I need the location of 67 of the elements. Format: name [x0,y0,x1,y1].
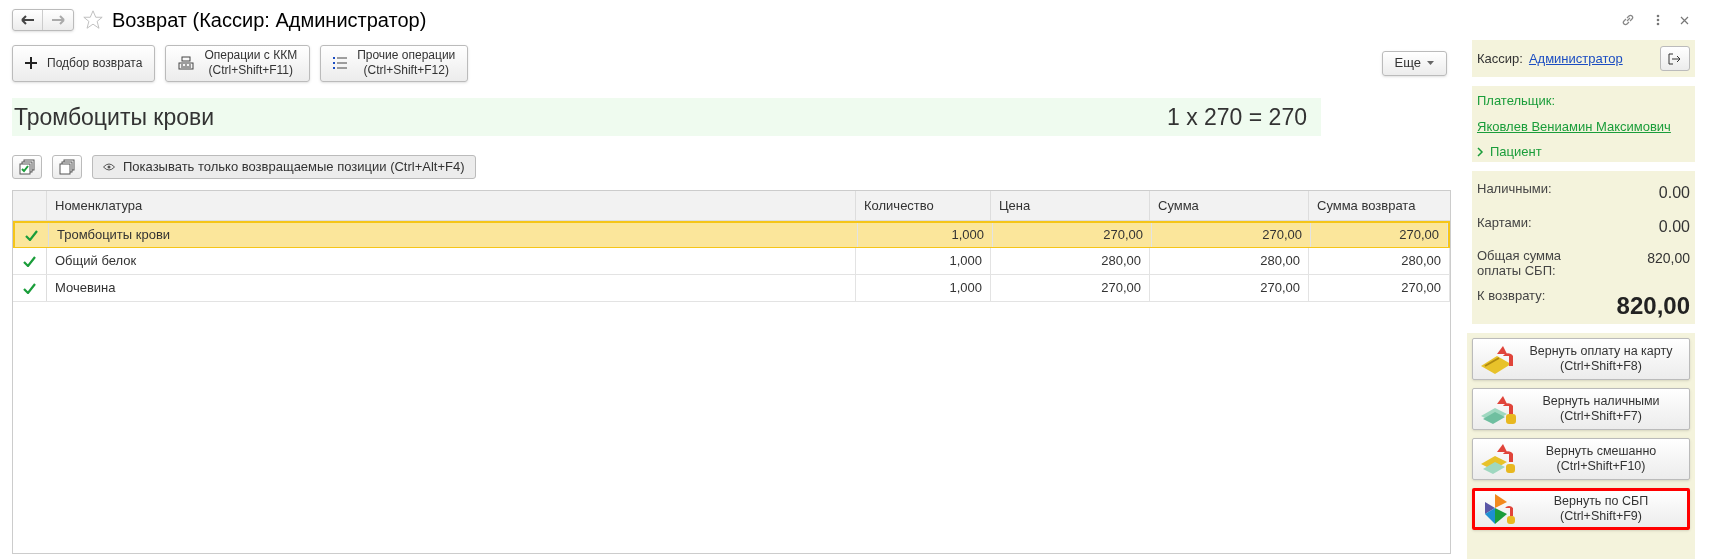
exit-icon [1668,52,1682,65]
favorite-star-icon[interactable] [82,9,104,31]
table-cell: 270,00 [1311,223,1448,247]
table-cell: 270,00 [993,223,1152,247]
table-cell: 270,00 [1309,275,1450,301]
table-cell: 270,00 [991,275,1150,301]
table-cell: 1,000 [856,248,991,274]
more-button[interactable]: Еще [1381,50,1447,76]
total-value: 0.00 [1658,216,1690,237]
cashier-link[interactable]: Администратор [1528,48,1623,69]
toolbar-button[interactable]: Операции с ККМ (Ctrl+Shift+F11) [165,44,311,82]
toolbar-button[interactable]: Прочие операции (Ctrl+Shift+F12) [320,44,469,82]
action-button[interactable]: Вернуть смешанно (Ctrl+Shift+F10) [1472,438,1690,480]
total-value: 0.00 [1658,183,1690,203]
table-cell: Мочевина [47,275,856,301]
table-row[interactable]: Общий белок 1,000 280,00 280,00 280,00 [13,248,1450,275]
action-button[interactable]: Вернуть по СБП (Ctrl+Shift+F9) [1472,488,1690,530]
check-all-button[interactable] [12,154,42,179]
payer-label: Плательщик: [1477,92,1557,110]
table-cell: Тромбоциты крови [49,223,858,247]
cash-register-icon [178,56,195,70]
table-cell: 270,00 [1152,223,1311,247]
column-header[interactable]: Сумма возврата [1309,191,1450,220]
eye-icon [103,162,115,171]
total-label: Картами: [1477,214,1533,230]
current-item-name: Тромбоциты крови [14,102,215,132]
checkmark-icon[interactable] [23,255,36,267]
stack-icon [59,158,75,175]
table-cell: 280,00 [1309,248,1450,274]
table-cell: 280,00 [991,248,1150,274]
table-cell: 1,000 [856,275,991,301]
logout-button[interactable] [1660,46,1690,71]
link-icon[interactable] [1620,12,1636,28]
total-value: 820,00 [1647,249,1690,269]
window-title: Возврат (Кассир: Администратор) [112,8,427,33]
back-arrow-icon [20,15,35,25]
total-label: К возврату: [1477,288,1547,303]
current-item-total: 1 х 270 = 270 [1166,102,1308,132]
table-cell: 270,00 [1150,275,1309,301]
column-header[interactable]: Сумма [1150,191,1309,220]
more-menu-icon[interactable] [1656,14,1660,26]
table-cell: 1,000 [858,223,993,247]
plus-icon [25,57,37,69]
table-cell: 280,00 [1150,248,1309,274]
chevron-right-icon [1477,146,1484,157]
checkmark-icon[interactable] [23,282,36,294]
list-icon [333,57,348,69]
table-row[interactable]: Тромбоциты крови 1,000 270,00 270,00 270,00 [13,221,1450,248]
cashier-label: Кассир: [1477,49,1523,68]
filter-toggle-button[interactable]: Показывать только возвращаемые позиции (Ctrl+Alt+F4) [92,154,476,179]
forward-arrow-icon [51,15,65,25]
column-header[interactable]: Количество [856,191,991,220]
table-row[interactable]: Мочевина 1,000 270,00 270,00 270,00 [13,275,1450,302]
caret-icon [1427,61,1434,65]
uncheck-all-button[interactable] [52,154,82,179]
table-cell: Общий белок [47,248,856,274]
total-label: Наличными: [1477,181,1553,196]
total-value: 820,00 [1616,291,1690,321]
action-button[interactable]: Вернуть оплату на карту (Ctrl+Shift+F8) [1472,338,1690,380]
toolbar-button[interactable]: Подбор возврата [12,44,156,82]
column-header[interactable]: Цена [991,191,1150,220]
close-icon[interactable] [1680,15,1689,25]
action-button[interactable]: Вернуть наличными (Ctrl+Shift+F7) [1472,388,1690,430]
total-label: Общая сумма оплаты СБП: [1477,248,1563,279]
checked-stack-icon [19,158,35,175]
checkmark-icon[interactable] [25,229,38,241]
column-header[interactable]: Номенклатура [47,191,856,220]
